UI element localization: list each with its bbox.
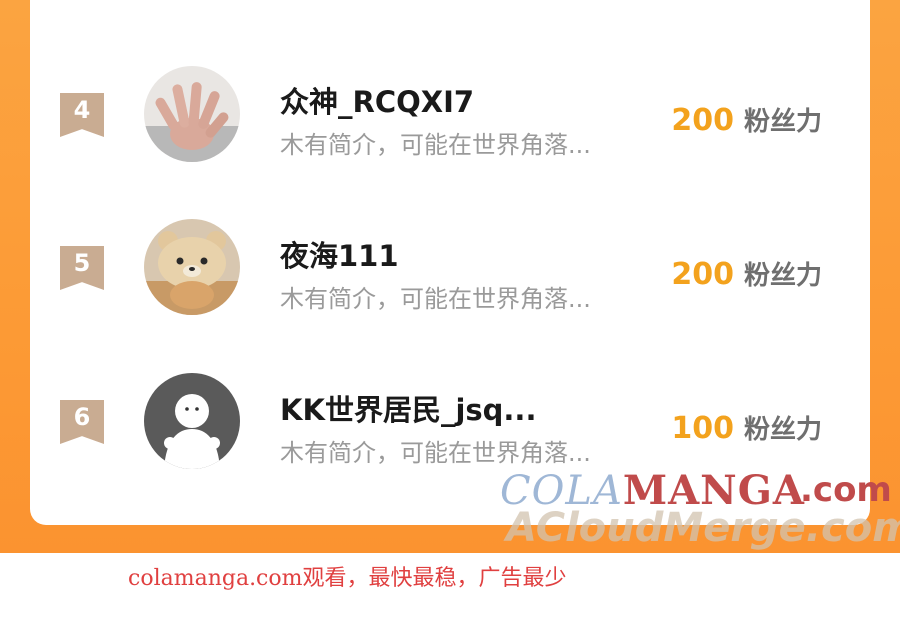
hand-photo-avatar-icon	[144, 66, 240, 162]
rank-badge: 4	[60, 93, 104, 137]
footer-ad-text: colamanga.com观看，最快最稳，广告最少	[128, 566, 567, 591]
ranking-row[interactable]: 5 夜海111 木有简介，可能在世界角落... 200 粉丝力	[0, 217, 900, 327]
rank-badge: 6	[60, 400, 104, 444]
user-avatar[interactable]	[144, 219, 240, 315]
user-avatar[interactable]	[144, 66, 240, 162]
fans-value: 100	[671, 411, 734, 446]
fans-unit: 粉丝力	[743, 107, 822, 137]
default-person-avatar-icon	[144, 373, 240, 469]
rank-number: 6	[73, 403, 91, 431]
user-name[interactable]: 众神_RCQXI7	[280, 79, 474, 121]
user-bio: 木有简介，可能在世界角落...	[280, 439, 591, 467]
user-name[interactable]: KK世界居民_jsq...	[280, 387, 536, 429]
ranking-row[interactable]: 6 KK世界居民_jsq... 木有简介，可能在世界角落... 100 粉丝力	[0, 371, 900, 481]
fans-power: 100 粉丝力	[671, 409, 822, 446]
rank-number: 4	[73, 96, 91, 124]
watermark-com: .com	[800, 470, 892, 510]
fans-power: 200 粉丝力	[671, 255, 822, 292]
user-avatar[interactable]	[144, 373, 240, 469]
user-name[interactable]: 夜海111	[280, 233, 399, 275]
fans-value: 200	[671, 103, 734, 138]
user-bio: 木有简介，可能在世界角落...	[280, 131, 591, 159]
fans-unit: 粉丝力	[743, 261, 822, 291]
acloudmerge-watermark: ACloudMerge.com	[506, 505, 900, 551]
bear-hat-cat-avatar-icon	[144, 219, 240, 315]
fans-power: 200 粉丝力	[671, 101, 822, 138]
user-bio: 木有简介，可能在世界角落...	[280, 285, 591, 313]
rank-badge: 5	[60, 246, 104, 290]
rank-number: 5	[73, 249, 91, 277]
ranking-row[interactable]: 4 众神_RCQXI7 木有简介，可能在世界角落... 200 粉丝力	[0, 63, 900, 173]
fans-value: 200	[671, 257, 734, 292]
fans-unit: 粉丝力	[743, 415, 822, 445]
